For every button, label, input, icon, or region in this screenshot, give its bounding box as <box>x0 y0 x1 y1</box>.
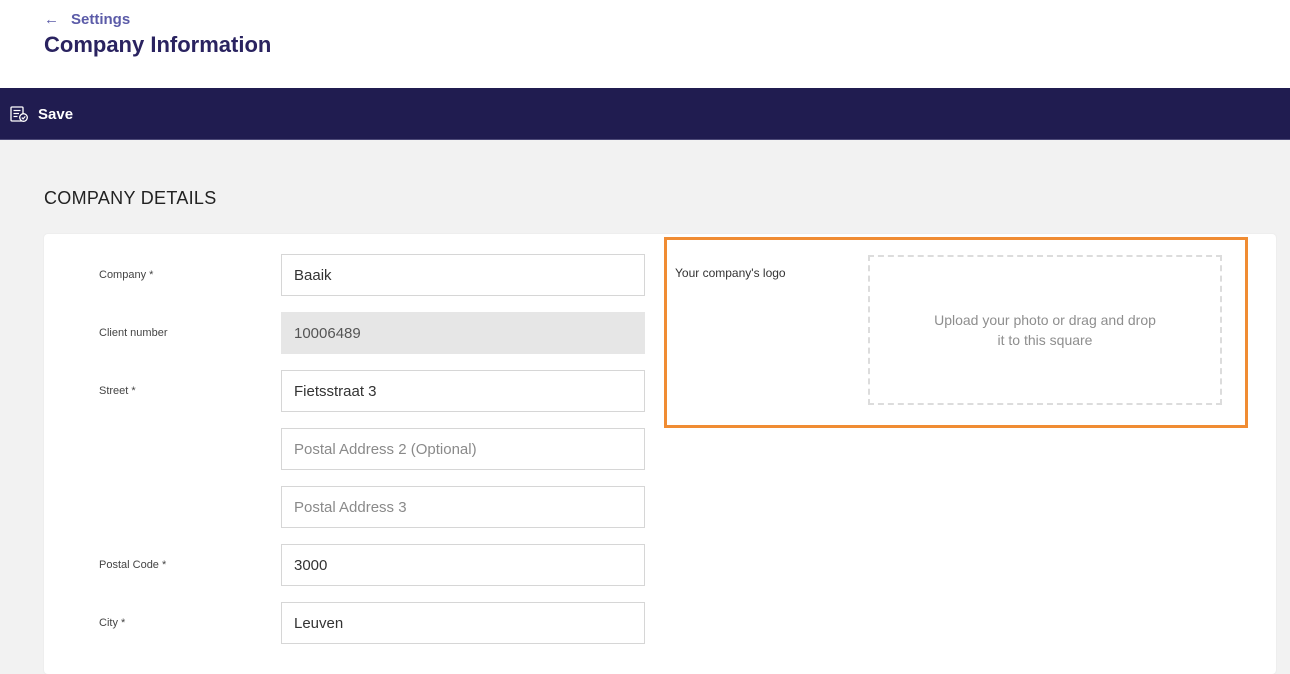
postal-address-2-input[interactable] <box>281 428 645 470</box>
save-document-icon <box>10 105 28 122</box>
logo-label: Your company's logo <box>675 266 786 280</box>
logo-upload-section: Your company's logo Upload your photo or… <box>664 237 1248 428</box>
company-details-card: Company * Client number Street * Postal … <box>44 234 1276 674</box>
arrow-left-icon: ← <box>44 10 59 28</box>
save-button[interactable]: Save <box>10 102 73 126</box>
city-label: City * <box>99 617 126 629</box>
logo-dropzone[interactable]: Upload your photo or drag and drop it to… <box>868 255 1222 405</box>
client-number-input <box>281 312 645 354</box>
back-to-settings-link[interactable]: ← Settings <box>44 8 130 30</box>
city-input[interactable] <box>281 602 645 644</box>
dropzone-text: Upload your photo or drag and drop it to… <box>934 312 1156 348</box>
client-number-label: Client number <box>99 327 168 339</box>
back-link-label: Settings <box>71 10 131 28</box>
section-title: COMPANY DETAILS <box>44 188 217 208</box>
street-label: Street * <box>99 385 136 397</box>
company-input[interactable] <box>281 254 645 296</box>
postal-address-3-input[interactable] <box>281 486 645 528</box>
page-header: ← Settings Company Information <box>0 0 1290 88</box>
street-input[interactable] <box>281 370 645 412</box>
page-title: Company Information <box>44 32 272 57</box>
postal-code-input[interactable] <box>281 544 645 586</box>
save-button-label: Save <box>38 105 74 123</box>
postal-code-label: Postal Code * <box>99 559 167 571</box>
company-label: Company * <box>99 269 154 281</box>
action-toolbar: Save <box>0 88 1290 140</box>
